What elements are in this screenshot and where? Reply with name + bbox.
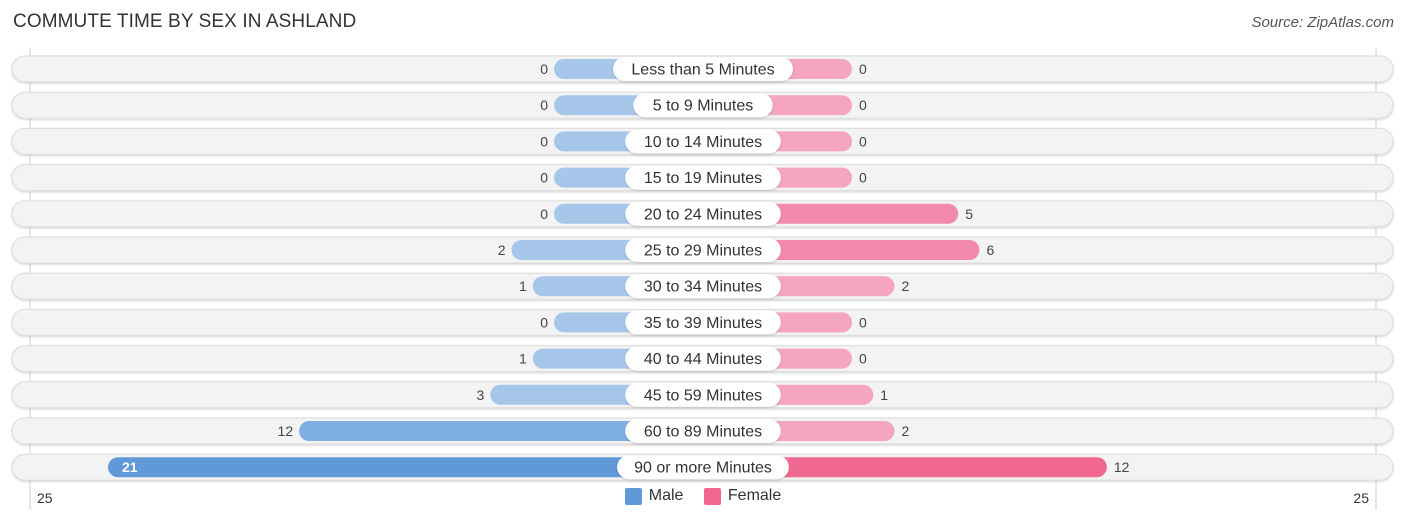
chart-canvas: Less than 5 Minutes0 05 to 9 Minutes0 010 … [11,48,1394,510]
value-label-male: 0 [540,133,548,149]
value-label-male: 12 [278,423,294,439]
legend: Male Female [0,487,1406,510]
legend-label-female: Female [727,487,782,504]
chart-row: 20 to 24 Minutes 0 5 [11,200,1394,228]
value-label-male: 2 [498,242,506,258]
value-label-male: 0 [540,170,548,186]
value-label-female: 0 [859,170,867,186]
value-label-female: 12 [1114,459,1130,475]
value-label-male: 0 [540,314,548,330]
legend-swatch-female [703,487,721,505]
value-label-female: 0 [859,351,867,367]
value-label-female: 2 [901,278,909,294]
value-label-female: 5 [965,206,973,222]
value-label-male: 1 [519,351,527,367]
value-label-female: 0 [859,61,867,77]
chart-row: 5 to 9 Minutes 0 0 [11,91,1394,119]
value-label-female: 2 [901,423,909,439]
value-label-male: 0 [540,97,548,113]
legend-label-male: Male [648,487,684,504]
legend-item-female: Female [703,487,782,505]
category-label: 40 to 44 Minutes [644,351,762,368]
bar-male [107,457,703,478]
chart-row: 25 to 29 Minutes 2 6 [11,236,1394,264]
chart-row: 35 to 39 Minutes 0 0 [11,308,1394,336]
value-label-female: 0 [859,97,867,113]
category-label: Less than 5 Minutes [631,62,774,79]
value-label-male: 0 [540,206,548,222]
category-label: 60 to 89 Minutes [644,424,762,441]
category-label: 15 to 19 Minutes [644,170,762,187]
value-label-male: 1 [519,278,527,294]
chart-row: Less than 5 Minutes 0 0 [11,55,1394,83]
value-label-female: 6 [986,242,994,258]
chart-row: 10 to 14 Minutes 0 0 [11,127,1394,155]
category-label: 10 to 14 Minutes [644,134,762,151]
value-label-male: 0 [540,61,548,77]
value-label-female: 0 [859,314,867,330]
chart-row: 60 to 89 Minutes 12 2 [11,417,1394,445]
category-label: 45 to 59 Minutes [644,387,762,404]
chart-row: 90 or more Minutes 21 12 [11,453,1394,481]
category-label: 20 to 24 Minutes [644,206,762,223]
chart-row: 15 to 19 Minutes 0 0 [11,164,1394,192]
value-label-female: 1 [880,387,888,403]
value-label-male: 3 [476,387,484,403]
category-label: 30 to 34 Minutes [644,279,762,296]
chart-row: 30 to 34 Minutes 1 2 [11,272,1394,300]
category-label: 25 to 29 Minutes [644,243,762,260]
value-label-male: 21 [122,459,138,475]
legend-swatch-male [624,487,642,505]
category-label: 35 to 39 Minutes [644,315,762,332]
chart-row: 40 to 44 Minutes 1 0 [11,345,1394,373]
category-label: 5 to 9 Minutes [653,98,754,115]
value-label-female: 0 [859,133,867,149]
category-label: 90 or more Minutes [634,460,772,477]
legend-item-male: Male [624,487,684,505]
chart-row: 45 to 59 Minutes 3 1 [11,381,1394,409]
